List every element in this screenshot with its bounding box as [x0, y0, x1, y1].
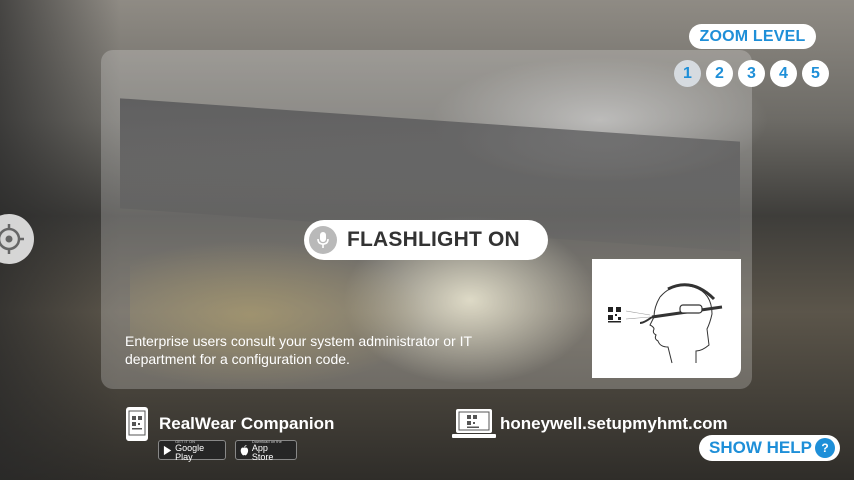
show-help-button[interactable]: SHOW HELP ?	[699, 435, 840, 461]
setup-website-url: honeywell.setupmyhmt.com	[500, 414, 728, 433]
apple-icon	[240, 444, 249, 455]
zoom-level-selector: 1 2 3 4 5	[674, 60, 829, 87]
enterprise-info-text: Enterprise users consult your system adm…	[125, 333, 472, 367]
zoom-level-label: ZOOM LEVEL	[689, 24, 816, 49]
zoom-level-2-button[interactable]: 2	[706, 60, 733, 87]
headset-illustration	[592, 259, 741, 378]
play-store-icon	[163, 445, 172, 455]
qr-code-icon	[608, 307, 621, 323]
help-question-icon: ?	[815, 438, 835, 458]
voice-command-label: FLASHLIGHT ON	[347, 228, 520, 251]
monitor-icon	[452, 409, 496, 438]
app-store-label: App Store	[251, 442, 274, 462]
phone-icon	[126, 407, 148, 441]
zoom-level-4-button[interactable]: 4	[770, 60, 797, 87]
google-play-label: Google Play	[175, 442, 205, 462]
microphone-icon	[309, 226, 337, 254]
zoom-level-5-button[interactable]: 5	[802, 60, 829, 87]
voice-command-flashlight[interactable]: FLASHLIGHT ON	[304, 220, 548, 260]
zoom-level-1-button[interactable]: 1	[674, 60, 701, 87]
zoom-level-3-button[interactable]: 3	[738, 60, 765, 87]
companion-app-title: RealWear Companion	[159, 414, 335, 433]
google-play-badge[interactable]: GET IT ON Google Play	[158, 439, 226, 462]
companion-app-section: RealWear Companion GET IT ON Google Play…	[125, 406, 334, 461]
app-store-badge[interactable]: Download on the App Store	[235, 439, 297, 462]
show-help-label: SHOW HELP	[709, 438, 812, 457]
